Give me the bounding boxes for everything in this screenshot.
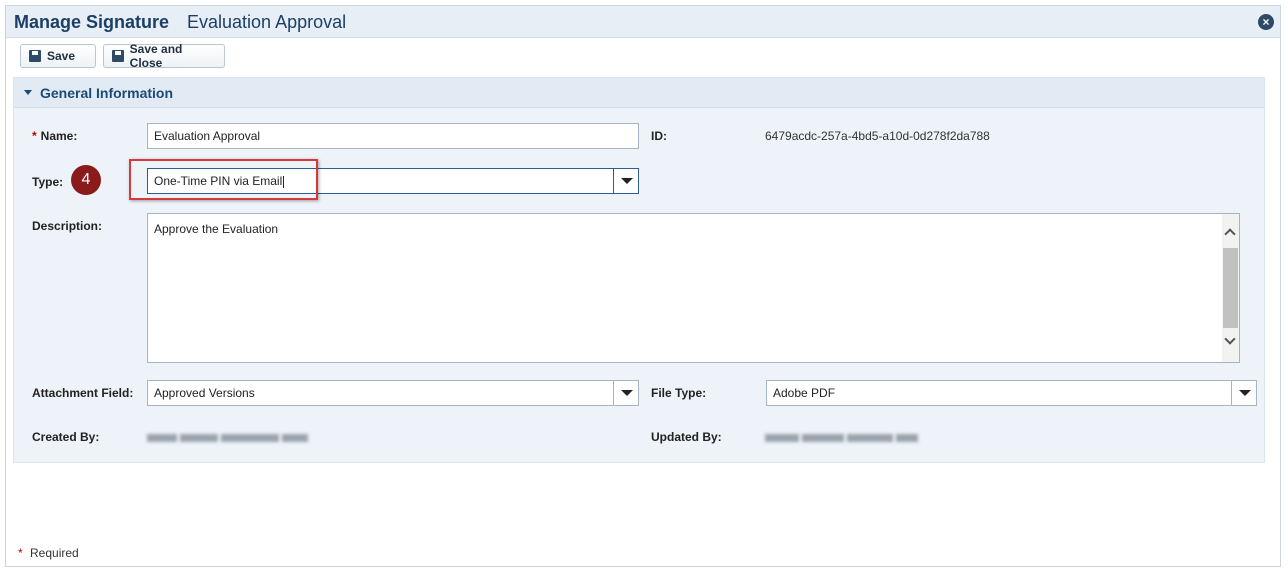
title-bar: Manage Signature Evaluation Approval × — [6, 6, 1280, 38]
created-by-value-redacted — [147, 430, 322, 442]
close-icon[interactable]: × — [1258, 14, 1274, 30]
save-icon — [29, 50, 41, 62]
chevron-down-icon[interactable] — [613, 169, 638, 193]
type-value-text: One-Time PIN via Email — [154, 174, 283, 188]
attachment-field-select[interactable]: Approved Versions — [147, 380, 639, 406]
text-cursor — [283, 175, 285, 188]
required-marker: * — [18, 546, 23, 560]
description-textarea[interactable]: Approve the Evaluation — [147, 213, 1240, 363]
name-label-text: Name: — [40, 129, 78, 143]
save-and-close-button[interactable]: Save and Close — [103, 42, 225, 70]
section-header[interactable]: General Information — [14, 78, 1264, 108]
page-subtitle: Evaluation Approval — [187, 12, 347, 32]
name-label: * Name: — [32, 129, 77, 143]
step-badge: 4 — [71, 165, 101, 195]
type-label: Type: — [32, 175, 64, 189]
attachment-field-value: Approved Versions — [154, 386, 255, 400]
type-select[interactable]: One-Time PIN via Email — [147, 168, 639, 194]
description-scrollbar[interactable] — [1222, 214, 1239, 362]
save-button[interactable]: Save — [20, 44, 96, 68]
scroll-up-icon[interactable] — [1222, 224, 1239, 241]
save-close-icon — [112, 50, 124, 62]
file-type-select[interactable]: Adobe PDF — [766, 380, 1257, 406]
type-select-value: One-Time PIN via Email — [154, 169, 285, 193]
collapse-caret-icon[interactable] — [24, 90, 32, 95]
file-type-value: Adobe PDF — [773, 386, 836, 400]
chevron-down-icon[interactable] — [613, 381, 638, 405]
chevron-down-icon[interactable] — [1231, 381, 1256, 405]
file-type-label: File Type: — [651, 386, 707, 400]
name-input[interactable]: Evaluation Approval — [147, 123, 639, 149]
toolbar: Save Save and Close — [6, 39, 1280, 75]
scroll-down-icon[interactable] — [1222, 333, 1239, 350]
required-text: Required — [30, 546, 79, 560]
updated-by-label: Updated By: — [651, 430, 722, 444]
description-label: Description: — [32, 219, 103, 233]
save-and-close-label: Save and Close — [129, 42, 183, 70]
description-value: Approve the Evaluation — [154, 222, 279, 236]
created-by-label: Created By: — [32, 430, 100, 444]
required-footnote: * Required — [18, 546, 79, 560]
id-value: 6479acdc-257a-4bd5-a10d-0d278f2da788 — [765, 129, 990, 143]
scroll-thumb[interactable] — [1223, 248, 1238, 328]
required-marker: * — [32, 129, 37, 143]
section-title: General Information — [40, 85, 174, 101]
attachment-field-label: Attachment Field: — [32, 386, 134, 400]
id-label: ID: — [651, 129, 667, 143]
save-button-label: Save — [47, 49, 76, 63]
updated-by-value-redacted — [765, 430, 940, 442]
page-title: Manage Signature — [14, 12, 170, 32]
